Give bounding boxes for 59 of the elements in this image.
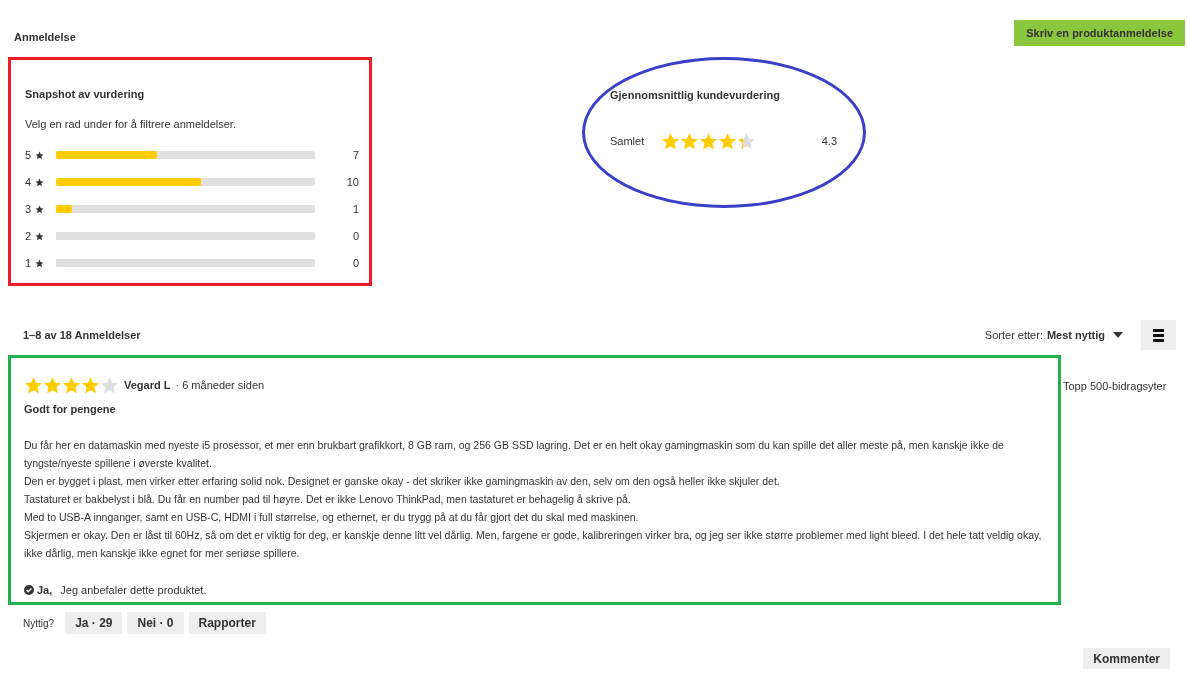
feedback-button[interactable]: Nei · 0 (127, 612, 184, 634)
star-label: 4 (25, 174, 33, 190)
sort-dropdown[interactable]: Sorter etter: Mest nyttig (984, 326, 1123, 344)
star-icon (35, 204, 44, 214)
review-paragraph: Du får her en datamaskin med nyeste i5 prosessor, et mer enn brukbart grafikkort, 8 GB ram, og 256 GB SSD lagring. Det er en helt okay gamingmaskin som du kan spille det aller meste på, men kanskje ikke de tyngste/nyeste spillene i øverste kvalitet. (24, 437, 1005, 471)
review-title: Godt for pengene (24, 402, 117, 417)
star-icon (680, 131, 699, 151)
star-icon (43, 376, 62, 395)
rating-count: 0 (351, 255, 359, 271)
star-icon (35, 258, 44, 268)
star-icon (35, 231, 44, 241)
star-label: 5 (25, 147, 33, 163)
star-label: 3 (25, 201, 33, 217)
rating-count: 0 (351, 228, 359, 244)
review-paragraph: Tastaturet er bakbelyst i blå. Du får en number pad til høyre. Det er ikke Lenovo ThinkPad, men tastaturet er behagelig å skrive på. (24, 491, 632, 507)
star-icon (699, 131, 718, 151)
rating-bar-track[interactable] (56, 259, 315, 267)
write-review-button[interactable]: Skriv en produktanmeldelse (1014, 20, 1185, 46)
rating-bar-track[interactable] (56, 178, 315, 186)
star-icon (81, 376, 100, 395)
menu-icon (1153, 328, 1164, 342)
comment-button[interactable]: Kommenter (1083, 648, 1170, 669)
average-rating: 4.3 (821, 133, 837, 149)
recommend-answer: Ja, (37, 582, 53, 598)
check-circle-icon (24, 584, 34, 595)
overall-label: Samlet (610, 133, 646, 149)
rating-count: 7 (351, 147, 359, 163)
review-paragraph: Med to USB-A innganger, samt en USB-C, HDMI i full størrelse, og ethernet, er du trygg på at du får gjort det du skal med maskinen. (24, 509, 640, 525)
caret-icon (1113, 332, 1123, 338)
recommend-text: Jeg anbefaler dette produktet. (60, 582, 207, 598)
helpful-label: Nyttig? (23, 616, 55, 631)
rating-bar-track[interactable] (56, 151, 315, 159)
contributor-label: Topp 500-bidragsyter (1063, 379, 1167, 394)
review-count: 1–8 av 18 Anmeldelser (23, 327, 141, 343)
panel-title: Gjennomsnittlig kundevurdering (610, 88, 781, 103)
star-icon (100, 376, 119, 395)
reviewer-name: Vegard L (124, 378, 171, 394)
star-icon (35, 150, 44, 160)
rating-bar-track[interactable] (56, 205, 315, 213)
panel-title: Snapshot av vurdering (25, 87, 146, 102)
star-icon (718, 131, 737, 151)
rating-bar-track[interactable] (56, 232, 315, 240)
review-paragraph: Den er bygget i plast, men virker etter erfaring solid nok. Designet er ganske okay - det skriker ikke gamingmaskin av den, selv om den også heller ikke skjuler det. (24, 473, 781, 489)
review-time: · 6 måneder siden (175, 378, 265, 394)
star-label: 1 (25, 255, 33, 271)
star-icon (62, 376, 81, 395)
menu-button[interactable] (1141, 320, 1176, 350)
review-paragraph: Skjermen er okay. Den er låst til 60Hz, så om det er viktig for deg, er kanskje denne litt vel dårlig. Men, fargene er gode, kalibreringen virker bra, og jeg ser ikke større problemer med light bleed. I det hele tatt veldig okay, ikke dårlig, men kanskje ikke egnet for mer seriøse spillere. (24, 527, 1043, 561)
filter-hint: Velg en rad under for å filtrere anmeldelser. (25, 116, 237, 132)
feedback-button[interactable]: Rapporter (188, 612, 266, 634)
star-icon (35, 177, 44, 187)
star-icon (661, 131, 680, 151)
section-title: Anmeldelse (14, 30, 76, 45)
star-icon (737, 131, 756, 151)
rating-count: 10 (345, 174, 359, 190)
star-label: 2 (25, 228, 33, 244)
star-icon (24, 376, 43, 395)
feedback-button[interactable]: Ja · 29 (65, 612, 123, 634)
rating-count: 1 (351, 201, 359, 217)
